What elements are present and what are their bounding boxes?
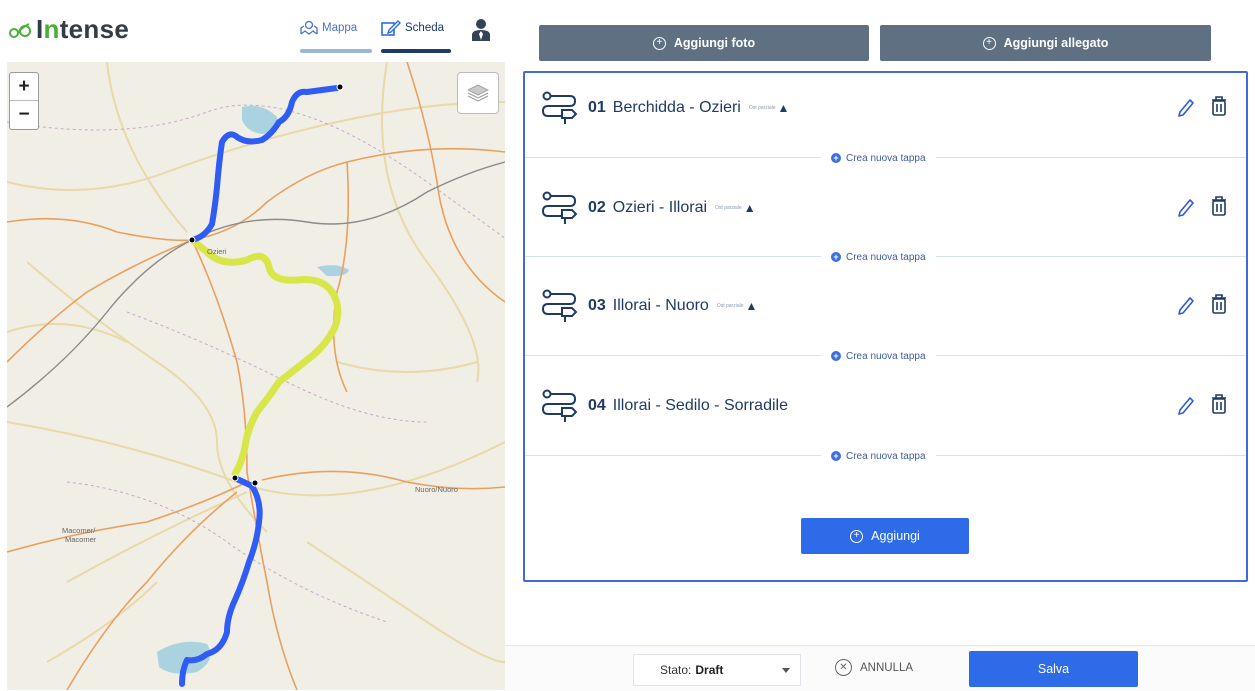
stage-name: Berchidda - Ozieri (612, 99, 741, 116)
plus-circle-icon: + (652, 36, 666, 50)
add-photo-button[interactable]: + Aggiungi foto (539, 25, 869, 61)
stage-item[interactable]: 03 Illorai - Nuoro Ost parziale ▲ (540, 286, 1230, 326)
stage-item[interactable]: 01 Berchidda - Ozieri Ost parziale ▲ (540, 88, 1230, 128)
route-signpost-icon (541, 389, 578, 422)
place-label-ozieri: Ozieri (207, 247, 227, 256)
crea-nuova-tappa-link[interactable]: + Crea nuova tappa (821, 449, 936, 463)
logo-icon (9, 22, 31, 38)
layers-button[interactable] (457, 72, 499, 114)
status-select[interactable]: Stato: Draft (633, 654, 801, 686)
status-select-value: Draft (695, 663, 724, 677)
cancel-label: ANNULLA (860, 661, 914, 674)
route-signpost-icon (541, 91, 578, 124)
footer-bar: Stato: Draft ✕ ANNULLA Salva (505, 645, 1255, 691)
map-canvas (7, 62, 505, 690)
plus-circle-icon: + (831, 252, 841, 262)
crea-nuova-tappa-link[interactable]: + Crea nuova tappa (821, 151, 936, 165)
stage-item[interactable]: 04 Illorai - Sedilo - Sorradile (540, 386, 1230, 426)
stage-item[interactable]: 02 Ozieri - Illorai Ost parziale ▲ (540, 188, 1230, 228)
warning-icon: ▲ (743, 201, 756, 215)
stage-number: 02 (588, 199, 606, 216)
place-label-nuoro: Nuoro/Nuoro (415, 485, 458, 494)
crea-label: Crea nuova tappa (846, 251, 926, 263)
zoom-in-button[interactable]: + (10, 73, 38, 100)
app-header: Intense Mappa Scheda (0, 0, 505, 62)
plus-circle-icon: + (831, 351, 841, 361)
plus-circle-icon: + (831, 153, 841, 163)
plus-circle-icon: + (850, 529, 864, 543)
add-attachment-label: Aggiungi allegato (1003, 36, 1109, 50)
aggiungi-button[interactable]: + Aggiungi (801, 518, 969, 554)
trash-icon[interactable] (1210, 195, 1228, 217)
tab-mappa[interactable]: Mappa (300, 20, 357, 36)
tab-scheda-indicator (381, 49, 451, 53)
cancel-button[interactable]: ✕ ANNULLA (835, 659, 913, 676)
stage-note: Ost parziale (715, 205, 742, 211)
edit-sheet-icon (381, 20, 401, 36)
user-icon[interactable] (471, 18, 491, 42)
add-photo-label: Aggiungi foto (673, 36, 756, 50)
plus-circle-icon: + (982, 36, 996, 50)
crea-nuova-tappa-link[interactable]: + Crea nuova tappa (821, 250, 936, 264)
place-label-macomer-2: Macomer (65, 535, 97, 544)
tab-scheda-label: Scheda (405, 22, 445, 34)
stage-name: Illorai - Nuoro (612, 297, 709, 314)
route-signpost-icon (541, 191, 578, 224)
crea-label: Crea nuova tappa (846, 450, 926, 462)
chevron-down-icon (782, 668, 790, 673)
crea-label: Crea nuova tappa (846, 152, 926, 164)
trash-icon[interactable] (1210, 393, 1228, 415)
crea-nuova-tappa-link[interactable]: + Crea nuova tappa (821, 349, 936, 363)
tab-scheda[interactable]: Scheda (381, 20, 444, 36)
map-icon (300, 20, 318, 35)
stage-note: Ost parziale (748, 105, 776, 111)
map-column: Intense Mappa Scheda Ozieri Nuoro/Nuoro … (0, 0, 505, 690)
layers-icon (467, 84, 489, 102)
zoom-out-button[interactable]: − (10, 100, 38, 128)
trash-icon[interactable] (1210, 293, 1228, 315)
edit-pencil-icon[interactable] (1177, 295, 1195, 315)
zoom-control: + − (9, 72, 39, 130)
crea-label: Crea nuova tappa (846, 350, 926, 362)
map-view[interactable]: Ozieri Nuoro/Nuoro Macomer/ Macomer + − (7, 62, 505, 690)
save-label: Salva (1037, 662, 1070, 676)
edit-pencil-icon[interactable] (1177, 97, 1195, 117)
tab-mappa-label: Mappa (322, 22, 358, 34)
stage-number: 04 (588, 397, 606, 414)
app-logo[interactable]: Intense (8, 14, 129, 45)
place-label-macomer-1: Macomer/ (62, 526, 96, 535)
save-button[interactable]: Salva (969, 651, 1138, 687)
edit-pencil-icon[interactable] (1177, 197, 1195, 217)
warning-icon: ▲ (777, 101, 790, 115)
trash-icon[interactable] (1210, 95, 1228, 117)
add-attachment-button[interactable]: + Aggiungi allegato (880, 25, 1211, 61)
status-select-label: Stato: (660, 663, 692, 677)
logo-text: Intense (36, 14, 130, 44)
tab-mappa-indicator (300, 49, 372, 53)
warning-icon: ▲ (745, 299, 758, 313)
aggiungi-label: Aggiungi (871, 529, 920, 543)
stages-panel: 01 Berchidda - Ozieri Ost parziale ▲ + C… (523, 71, 1248, 582)
stage-name: Ozieri - Illorai (612, 199, 708, 216)
stage-number: 03 (588, 297, 606, 314)
stage-name: Illorai - Sedilo - Sorradile (612, 397, 788, 414)
plus-circle-icon: + (831, 451, 841, 461)
route-signpost-icon (541, 289, 578, 322)
edit-pencil-icon[interactable] (1177, 395, 1195, 415)
close-circle-icon: ✕ (835, 659, 852, 676)
stage-note: Ost parziale (716, 303, 744, 309)
stage-number: 01 (588, 99, 606, 116)
